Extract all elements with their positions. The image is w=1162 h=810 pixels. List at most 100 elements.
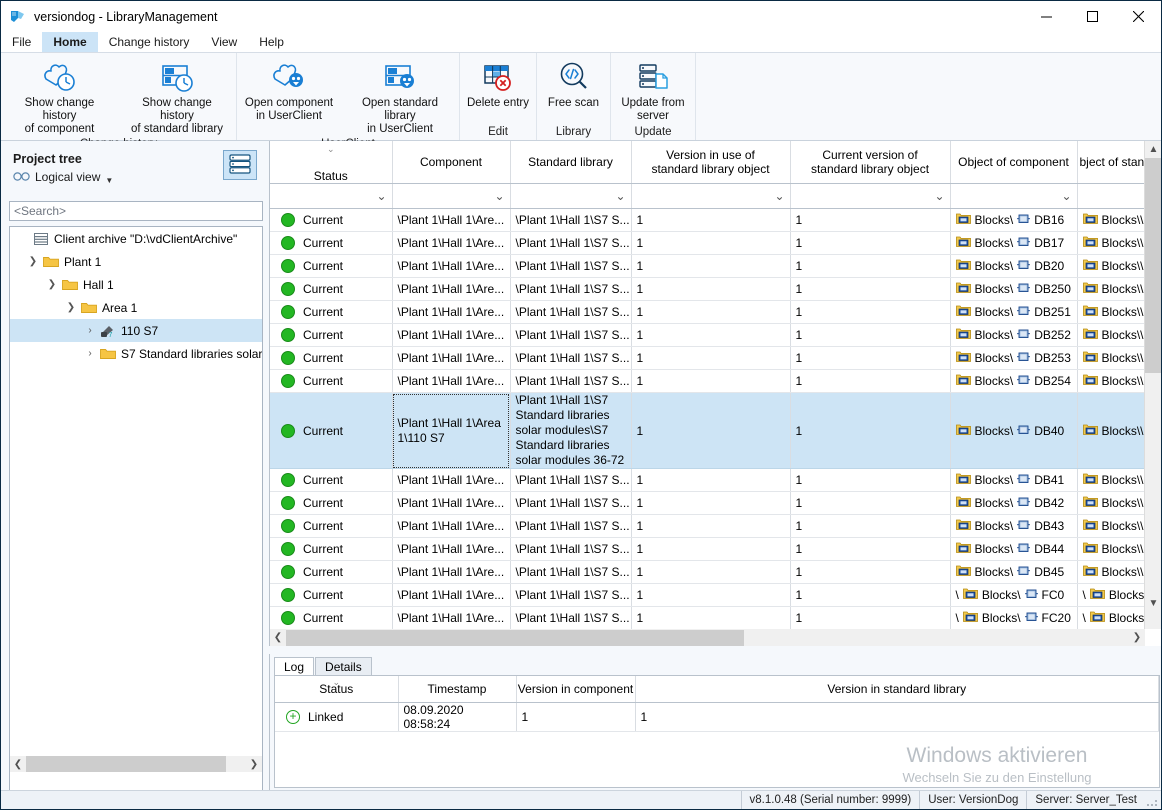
table-row[interactable]: Current \Plant 1\Hall 1\Are... \Plant 1\Ha… xyxy=(270,468,1144,492)
tree-expander[interactable]: ❯ xyxy=(62,302,80,313)
tree-horizontal-scrollbar[interactable]: ❮ ❯ xyxy=(10,756,262,772)
menu-item-home[interactable]: Home xyxy=(42,32,98,52)
status-label: Current xyxy=(303,473,344,487)
filter-cell-version-in-use[interactable]: ⌄ xyxy=(631,183,791,209)
table-row[interactable]: Current \Plant 1\Hall 1\Are... \Plant 1\Ha… xyxy=(270,606,1144,630)
log-column-header-version-in-component[interactable]: Version in component xyxy=(516,676,636,703)
library-userclient-icon xyxy=(382,58,418,96)
table-row[interactable]: Current \Plant 1\Hall 1\Are... \Plant 1\Ha… xyxy=(270,323,1144,347)
tree-panel-toggle-button[interactable] xyxy=(223,150,257,180)
scrollbar-thumb[interactable] xyxy=(26,756,226,772)
object-path: Blocks\ xyxy=(974,473,1014,487)
tree-node-client-archive[interactable]: Client archive "D:\vdClientArchive" xyxy=(10,227,262,250)
grid-vertical-scrollbar[interactable]: ▲ ▼ xyxy=(1144,141,1161,629)
menu-item-file[interactable]: File xyxy=(1,32,42,52)
cell-current-version: 1 xyxy=(790,323,951,347)
table-row[interactable]: Current \Plant 1\Hall 1\Are... \Plant 1\Ha… xyxy=(270,491,1144,515)
show-change-history-of-standard-library-button[interactable]: Show change history of standard library xyxy=(118,58,236,136)
grid-horizontal-scrollbar[interactable]: ❮ ❯ xyxy=(270,629,1145,646)
menu-item-help[interactable]: Help xyxy=(248,32,295,52)
status-user: User: VersionDog xyxy=(919,790,1026,809)
update-from-server-button[interactable]: Update from server xyxy=(611,58,695,123)
scroll-left-arrow-icon[interactable]: ❮ xyxy=(10,756,26,772)
search-input[interactable]: <Search> xyxy=(9,201,263,221)
filter-cell-object-of-standard-library[interactable] xyxy=(1077,183,1144,209)
table-row[interactable]: Current \Plant 1\Hall 1\Are... \Plant 1\Ha… xyxy=(270,231,1144,255)
column-header-version-in-use[interactable]: Version in use of standard library objec… xyxy=(631,141,791,184)
log-column-header-status[interactable]: ⌄ Status xyxy=(275,676,399,703)
filter-cell-object-of-component[interactable]: ⌄ xyxy=(950,183,1078,209)
filter-cell-current-version[interactable]: ⌄ xyxy=(790,183,951,209)
scroll-left-arrow-icon[interactable]: ❮ xyxy=(270,630,286,646)
scrollbar-thumb[interactable] xyxy=(286,629,744,646)
server-list-icon xyxy=(229,153,251,177)
scroll-right-arrow-icon[interactable]: ❯ xyxy=(246,756,262,772)
delete-entry-button[interactable]: Delete entry xyxy=(460,58,536,110)
close-button[interactable] xyxy=(1115,1,1161,32)
project-tree-view[interactable]: Client archive "D:\vdClientArchive" ❯ Pl… xyxy=(9,226,263,809)
filter-cell-status[interactable]: ⌄ xyxy=(270,183,393,209)
table-row[interactable]: Current \Plant 1\Hall 1\Are... \Plant 1\Ha… xyxy=(270,560,1144,584)
filter-cell-component[interactable]: ⌄ xyxy=(392,183,511,209)
db-block-icon xyxy=(955,541,971,557)
table-row[interactable]: Current \Plant 1\Hall 1\Area 1\110 S7 \Pla… xyxy=(270,392,1144,469)
open-standard-library-in-userclient-button[interactable]: Open standard library in UserClient xyxy=(341,58,459,136)
tab-log[interactable]: Log xyxy=(274,657,315,676)
log-column-header-timestamp[interactable]: Timestamp xyxy=(398,676,517,703)
cell-current-version: 1 xyxy=(790,468,951,492)
log-column-header-version-in-standard-library[interactable]: Version in standard library xyxy=(635,676,1159,703)
view-mode-selector[interactable]: Logical view ▼ xyxy=(13,170,113,185)
resize-grip-icon[interactable] xyxy=(1145,791,1161,810)
object-path: Blocks\\ xyxy=(1108,611,1144,625)
tree-node-area-1[interactable]: ❯ Area 1 xyxy=(10,296,262,319)
scroll-up-arrow-icon[interactable]: ▲ xyxy=(1145,141,1161,158)
log-table-row[interactable]: + Linked 08.09.2020 08:58:24 1 1 xyxy=(275,702,1159,732)
column-header-current-version[interactable]: Current version of standard library obje… xyxy=(790,141,951,184)
object-path: Blocks\\ xyxy=(1101,305,1144,319)
table-row[interactable]: Current \Plant 1\Hall 1\Are... \Plant 1\Ha… xyxy=(270,537,1144,561)
tree-expander[interactable]: ❯ xyxy=(43,279,61,290)
table-row[interactable]: Current \Plant 1\Hall 1\Are... \Plant 1\Ha… xyxy=(270,300,1144,324)
menu-item-change-history[interactable]: Change history xyxy=(98,32,201,52)
minimize-button[interactable] xyxy=(1023,1,1069,32)
column-header-object-of-standard-library[interactable]: bject of stan xyxy=(1077,141,1144,184)
chevron-down-icon: ⌄ xyxy=(934,189,945,203)
library-grid[interactable]: ⌄ Status Component Standard library Vers… xyxy=(270,141,1144,646)
show-change-history-of-component-button[interactable]: Show change history of component xyxy=(1,58,118,136)
delete-entry-icon xyxy=(480,58,516,96)
tab-details[interactable]: Details xyxy=(315,657,372,676)
table-row[interactable]: Current \Plant 1\Hall 1\Are... \Plant 1\Ha… xyxy=(270,254,1144,278)
table-row[interactable]: Current \Plant 1\Hall 1\Are... \Plant 1\Ha… xyxy=(270,583,1144,607)
maximize-button[interactable] xyxy=(1069,1,1115,32)
column-header-object-of-component[interactable]: Object of component xyxy=(950,141,1078,184)
object-name: DB43 xyxy=(1034,519,1065,533)
open-component-in-userclient-button[interactable]: Open component in UserClient xyxy=(237,58,341,123)
table-row[interactable]: Current \Plant 1\Hall 1\Are... \Plant 1\Ha… xyxy=(270,208,1144,232)
scrollbar-thumb[interactable] xyxy=(1145,158,1161,373)
table-row[interactable]: Current \Plant 1\Hall 1\Are... \Plant 1\Ha… xyxy=(270,369,1144,393)
tree-expander[interactable]: › xyxy=(81,348,99,359)
table-row[interactable]: Current \Plant 1\Hall 1\Are... \Plant 1\Ha… xyxy=(270,277,1144,301)
tree-node-s7-standard-libraries[interactable]: › S7 Standard libraries solar modu xyxy=(10,342,262,365)
free-scan-button[interactable]: Free scan xyxy=(537,58,610,110)
scroll-right-arrow-icon[interactable]: ❯ xyxy=(1129,630,1145,646)
column-header-standard-library[interactable]: Standard library xyxy=(510,141,632,184)
object-path: Blocks\\ xyxy=(1101,473,1144,487)
log-table-container[interactable]: ⌄ Status Timestamp Version in component … xyxy=(274,675,1160,788)
tree-node-hall-1[interactable]: ❯ Hall 1 xyxy=(10,273,262,296)
table-row[interactable]: Current \Plant 1\Hall 1\Are... \Plant 1\Ha… xyxy=(270,346,1144,370)
caret-down-icon[interactable]: ▼ xyxy=(105,176,113,185)
table-row[interactable]: Current \Plant 1\Hall 1\Are... \Plant 1\Ha… xyxy=(270,514,1144,538)
column-header-status[interactable]: ⌄ Status xyxy=(270,141,393,184)
tree-expander[interactable]: ❯ xyxy=(24,256,42,267)
tree-node-110-s7[interactable]: › 7 110 S7 xyxy=(10,319,262,342)
tree-expander[interactable]: › xyxy=(81,325,99,336)
cell-version-in-use: 1 xyxy=(631,231,791,255)
menu-item-view[interactable]: View xyxy=(200,32,248,52)
tree-node-plant-1[interactable]: ❯ Plant 1 xyxy=(10,250,262,273)
cell-object-of-standard-library: Blocks\\ xyxy=(1077,392,1144,469)
block-type-icon xyxy=(1017,374,1031,388)
scroll-down-arrow-icon[interactable]: ▼ xyxy=(1145,595,1161,612)
filter-cell-standard-library[interactable]: ⌄ xyxy=(510,183,632,209)
column-header-component[interactable]: Component xyxy=(392,141,511,184)
